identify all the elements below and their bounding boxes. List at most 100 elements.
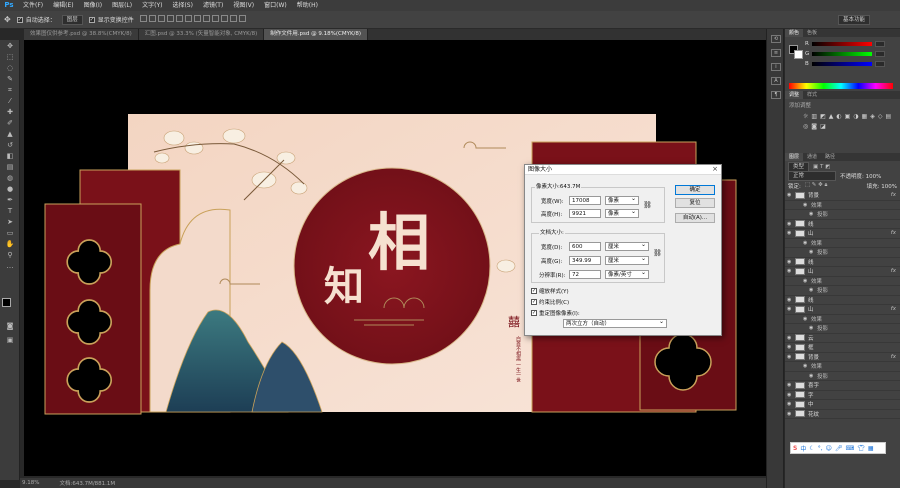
crop-tool-icon[interactable]: ⌗ <box>4 86 16 95</box>
stamp-tool-icon[interactable]: ▲ <box>4 130 16 139</box>
visibility-eye-icon[interactable]: ◉ <box>787 354 795 360</box>
transform-controls-checkbox[interactable]: ✓ <box>88 16 95 23</box>
history-brush-icon[interactable]: ↺ <box>4 141 16 150</box>
auto-button[interactable]: 自动(A)... <box>675 213 715 223</box>
bg-color-swatch[interactable] <box>794 50 803 59</box>
layer-thumbnail[interactable] <box>795 191 805 199</box>
layer-row[interactable]: ◉ 投影 <box>785 210 900 220</box>
green-value[interactable] <box>875 51 886 57</box>
visibility-eye-icon[interactable]: ◉ <box>787 221 795 227</box>
layer-row[interactable]: ◉ 花纹 <box>785 410 900 419</box>
effect-visibility-eye-icon[interactable]: ◉ <box>803 316 811 322</box>
tab-doc-2[interactable]: 汇图.psd @ 33.3% (矢量智能对象, CMYK/8) <box>138 29 265 40</box>
effect-visibility-eye-icon[interactable]: ◉ <box>803 240 811 246</box>
tab-doc-1[interactable]: 效果图仅供参考.psd @ 38.8%(CMYK/8) <box>24 29 139 40</box>
foreground-color-swatch[interactable] <box>2 298 11 307</box>
blue-slider[interactable] <box>811 62 872 66</box>
resample-checkbox[interactable]: ✓ 重定图像像素(I): <box>531 309 580 317</box>
layer-row[interactable]: ◉ 背景 fx <box>785 191 900 201</box>
history-panel-icon[interactable]: ⟲ <box>771 35 781 43</box>
color-spectrum[interactable] <box>789 83 893 89</box>
menu-layer[interactable]: 图层(L) <box>107 0 137 11</box>
layer-thumbnail[interactable] <box>795 305 805 313</box>
effect-visibility-eye-icon[interactable]: ◉ <box>803 278 811 284</box>
align-icons[interactable] <box>139 15 248 24</box>
visibility-eye-icon[interactable]: ◉ <box>787 392 795 398</box>
ime-toolbar[interactable]: S 中 ☾ °, ☺ 🎤︎ ⌨ 👕︎ ▦ <box>790 442 886 454</box>
workspace-dropdown[interactable]: 基本功能 <box>837 14 870 25</box>
zoom-level[interactable]: 9.18% <box>22 480 39 486</box>
layer-thumbnail[interactable] <box>795 353 805 361</box>
scale-styles-checkbox[interactable]: ✓ 缩放样式(Y) <box>531 287 569 295</box>
shape-tool-icon[interactable]: ▭ <box>4 229 16 238</box>
visibility-eye-icon[interactable]: ◉ <box>787 382 795 388</box>
dodge-tool-icon[interactable]: ● <box>4 185 16 194</box>
quick-select-tool-icon[interactable]: ✎ <box>4 75 16 84</box>
doc-height-unit[interactable]: 厘米 <box>605 255 649 265</box>
doc-height-input[interactable]: 349.99 <box>569 256 601 265</box>
layer-thumbnail[interactable] <box>795 267 805 275</box>
ime-moon-icon[interactable]: ☾ <box>809 445 814 452</box>
ime-grid-icon[interactable]: ▦ <box>868 445 874 452</box>
layer-row[interactable]: ◉ 效果 <box>785 362 900 372</box>
path-select-tool-icon[interactable]: ➤ <box>4 218 16 227</box>
layer-thumbnail[interactable] <box>795 400 805 408</box>
layer-thumbnail[interactable] <box>795 258 805 266</box>
effect-visibility-eye-icon[interactable]: ◉ <box>803 363 811 369</box>
quick-mask-icon[interactable]: ◙ <box>4 322 16 331</box>
menu-image[interactable]: 图像(I) <box>79 0 107 11</box>
type-tool-icon[interactable]: T <box>4 207 16 216</box>
info-panel-icon[interactable]: i <box>771 63 781 71</box>
red-value[interactable] <box>874 41 885 47</box>
constrain-proportions-checkbox[interactable]: ✓ 约束比例(C) <box>531 298 569 306</box>
layer-row[interactable]: ◉ 山 fx <box>785 267 900 277</box>
layer-thumbnail[interactable] <box>795 334 805 342</box>
visibility-eye-icon[interactable]: ◉ <box>787 344 795 350</box>
close-icon[interactable]: × <box>712 165 718 173</box>
move-tool-icon[interactable]: ✥ <box>4 42 16 51</box>
tab-color[interactable]: 颜色 <box>785 29 804 37</box>
menu-window[interactable]: 窗口(W) <box>259 0 292 11</box>
visibility-eye-icon[interactable]: ◉ <box>787 401 795 407</box>
tab-doc-3[interactable]: 制作文件用.psd @ 9.18%(CMYK/8) <box>264 29 369 40</box>
layer-row[interactable]: ◉ 线 <box>785 258 900 267</box>
layer-fx-icon[interactable]: fx <box>891 230 896 236</box>
tab-swatches[interactable]: 色板 <box>803 29 821 37</box>
green-slider[interactable] <box>812 52 873 56</box>
layer-thumbnail[interactable] <box>795 229 805 237</box>
auto-select-dropdown[interactable]: 图层 <box>61 14 83 25</box>
layer-fx-icon[interactable]: fx <box>891 268 896 274</box>
red-slider[interactable] <box>811 42 872 46</box>
menu-filter[interactable]: 滤镜(T) <box>198 0 228 11</box>
reset-button[interactable]: 复位 <box>675 198 715 208</box>
layer-row[interactable]: ◉ 山 fx <box>785 305 900 315</box>
effect-visibility-eye-icon[interactable]: ◉ <box>809 325 817 331</box>
tab-channels[interactable]: 通道 <box>803 153 821 161</box>
layer-row[interactable]: ◉ 投影 <box>785 248 900 258</box>
pen-tool-icon[interactable]: ✒ <box>4 196 16 205</box>
layer-fx-icon[interactable]: fx <box>891 354 896 360</box>
effect-visibility-eye-icon[interactable]: ◉ <box>809 373 817 379</box>
blur-tool-icon[interactable]: ◍ <box>4 174 16 183</box>
marquee-tool-icon[interactable]: ⬚ <box>4 53 16 62</box>
layer-row[interactable]: ◉ 效果 <box>785 239 900 248</box>
layer-row[interactable]: ◉ 效果 <box>785 277 900 286</box>
doc-width-unit[interactable]: 厘米 <box>605 241 649 251</box>
move-tool-icon[interactable]: ✥ <box>4 15 11 24</box>
visibility-eye-icon[interactable]: ◉ <box>787 230 795 236</box>
doc-width-input[interactable]: 600 <box>569 242 601 251</box>
effect-visibility-eye-icon[interactable]: ◉ <box>809 287 817 293</box>
opacity-field[interactable]: 不透明度: 100% <box>840 172 881 180</box>
tab-paths[interactable]: 路径 <box>821 153 839 161</box>
layer-thumbnail[interactable] <box>795 220 805 228</box>
brush-tool-icon[interactable]: ✐ <box>4 119 16 128</box>
ime-skin-icon[interactable]: 👕︎ <box>857 445 865 452</box>
layer-row[interactable]: ◉ 背景 fx <box>785 353 900 362</box>
pixel-width-input[interactable]: 17008 <box>569 196 601 205</box>
adjustment-icons[interactable]: ☼ ▥ ◩ ▲ ◐ ▣ ◑ ▦ ◈ ◇ ▤ ◎ ◙ ◪ <box>789 113 896 130</box>
layer-thumbnail[interactable] <box>795 381 805 389</box>
menu-select[interactable]: 选择(S) <box>167 0 198 11</box>
layer-row[interactable]: ◉ 投影 <box>785 324 900 334</box>
properties-panel-icon[interactable]: ≡ <box>771 49 781 57</box>
tab-styles[interactable]: 样式 <box>803 91 821 99</box>
